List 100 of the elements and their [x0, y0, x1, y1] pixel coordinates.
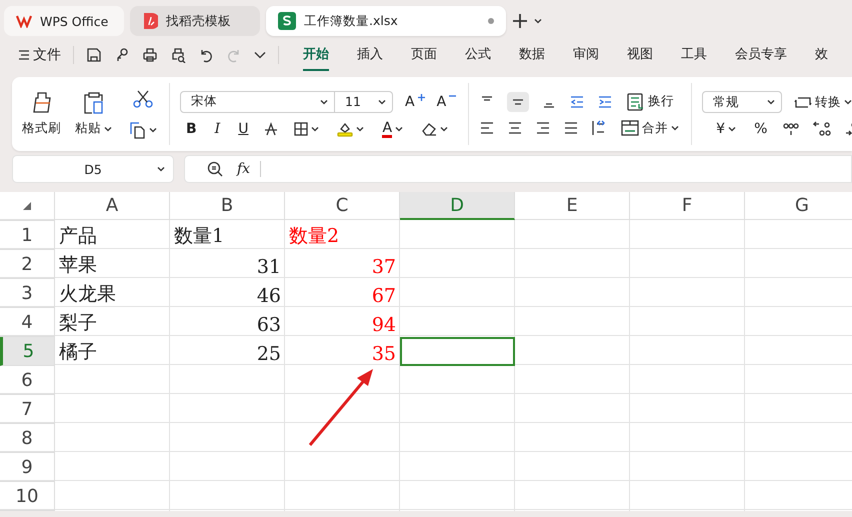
caret-icon[interactable] — [395, 126, 404, 132]
name-box[interactable]: D5 — [12, 155, 174, 183]
font-name-select[interactable]: 宋体 — [180, 90, 335, 112]
ribbon-tab[interactable]: 公式 — [465, 39, 491, 71]
eraser-icon — [421, 122, 438, 136]
scissors-icon[interactable] — [132, 89, 152, 109]
fill-color-button[interactable] — [335, 121, 366, 137]
table-cell-text: 94 — [370, 313, 397, 337]
caret-icon[interactable] — [320, 98, 328, 104]
row-header[interactable]: 3 — [0, 279, 55, 308]
paste-button[interactable]: 粘贴 — [75, 91, 112, 137]
column-header[interactable]: G — [745, 192, 852, 220]
grid-icon — [294, 122, 308, 136]
align-center-icon[interactable] — [507, 121, 524, 135]
table-cell-text: 苹果 — [58, 253, 98, 278]
row-header[interactable]: 10 — [0, 482, 55, 511]
align-middle-button[interactable] — [507, 92, 530, 112]
clipboard-icon — [82, 91, 106, 115]
table-cell-text: 梨子 — [58, 311, 98, 336]
currency-button[interactable]: ¥ — [714, 121, 738, 137]
select-all-icon[interactable] — [22, 201, 32, 211]
caret-icon[interactable] — [534, 18, 542, 24]
row-header[interactable]: 6 — [0, 366, 55, 395]
merge-button[interactable]: 合并 — [619, 120, 682, 136]
ribbon-tab[interactable]: 效 — [815, 39, 828, 71]
ribbon-tab[interactable]: 开始 — [303, 39, 329, 71]
document-tab[interactable]: 工作簿数量.xlsx — [266, 6, 506, 36]
grow-font-button[interactable]: A — [403, 94, 427, 110]
column-header[interactable]: A — [55, 192, 170, 220]
menu-icon — [18, 49, 30, 61]
print-preview-icon[interactable] — [170, 47, 186, 63]
print-icon[interactable] — [142, 47, 158, 63]
document-tab[interactable]: 找稻壳模板 — [130, 6, 260, 36]
plus-icon[interactable] — [512, 13, 528, 29]
file-menu[interactable]: 文件 — [16, 46, 63, 64]
spreadsheet-logo-icon — [278, 12, 296, 30]
table-cell-text: 35 — [370, 342, 397, 366]
save-icon[interactable] — [86, 47, 102, 63]
justify-icon[interactable] — [563, 121, 580, 135]
caret-icon[interactable] — [311, 126, 320, 132]
align-left-icon[interactable] — [479, 121, 496, 135]
align-right-icon[interactable] — [535, 121, 552, 135]
active-cell[interactable] — [400, 337, 515, 366]
unsaved-dot — [488, 18, 494, 24]
convert-button[interactable]: 转换 — [792, 94, 852, 110]
wps-logo-icon — [16, 14, 32, 28]
table-cell-text: 产品 — [58, 224, 98, 249]
row-header[interactable]: 7 — [0, 395, 55, 424]
caret-icon[interactable] — [671, 125, 680, 131]
caret-icon[interactable] — [356, 126, 364, 132]
ribbon-tab[interactable]: 插入 — [357, 39, 383, 71]
row-header[interactable]: 9 — [0, 453, 55, 482]
ribbon-tab[interactable]: 视图 — [627, 39, 653, 71]
column-header[interactable]: B — [170, 192, 285, 220]
column-header[interactable]: E — [515, 192, 630, 220]
caret-icon — [157, 166, 165, 172]
font-size-select[interactable]: 11 — [335, 90, 393, 112]
ribbon-tab[interactable]: 审阅 — [573, 39, 599, 71]
caret-icon[interactable] — [104, 126, 112, 132]
document-tab[interactable]: WPS Office — [4, 6, 124, 36]
ribbon-tab[interactable]: 页面 — [411, 39, 437, 71]
increase-decimal-icon[interactable] — [813, 121, 832, 137]
table-cell-text: 67 — [370, 284, 397, 308]
number-format-select[interactable]: 常规 — [702, 91, 782, 113]
shrink-font-button[interactable]: A — [434, 94, 458, 110]
percent-button[interactable]: % — [752, 121, 770, 137]
font-color-button[interactable]: A — [380, 120, 406, 138]
italic-button[interactable]: I — [212, 121, 222, 137]
table-cell-text: 46 — [256, 284, 282, 308]
dropdown-icon[interactable] — [254, 51, 266, 59]
row-header[interactable]: 1 — [0, 221, 55, 250]
caret-icon[interactable] — [767, 99, 776, 105]
ribbon-tab[interactable]: 会员专享 — [735, 39, 787, 71]
table-cell-text: 数量2 — [288, 224, 340, 249]
wrap-text-button[interactable]: 换行 — [625, 92, 676, 110]
underline-button[interactable]: U — [236, 121, 250, 137]
row-header[interactable]: 5 — [0, 337, 55, 366]
bold-button[interactable]: B — [184, 121, 199, 137]
ribbon-tab[interactable]: 工具 — [681, 39, 707, 71]
caret-icon[interactable] — [149, 127, 157, 133]
paint-bucket-icon — [337, 121, 354, 137]
caret-icon[interactable] — [728, 126, 736, 132]
column-header[interactable]: F — [630, 192, 745, 220]
distribute-icon[interactable] — [591, 120, 608, 136]
caret-icon[interactable] — [378, 98, 386, 104]
caret-icon[interactable] — [844, 99, 852, 105]
ribbon-tab[interactable]: 数据 — [519, 39, 545, 71]
strikethrough-icon[interactable] — [264, 122, 278, 136]
format-painter-button[interactable]: 格式刷 — [22, 91, 61, 137]
borders-button[interactable] — [292, 122, 322, 136]
decrease-indent-icon[interactable] — [569, 94, 586, 108]
column-header[interactable]: D — [400, 192, 515, 220]
caret-icon[interactable] — [440, 126, 448, 132]
table-cell-text: 37 — [370, 255, 397, 279]
table-cell-text: 25 — [256, 342, 282, 366]
formula-field[interactable]: fx — [184, 155, 852, 183]
row-header[interactable]: 2 — [0, 250, 55, 279]
row-header[interactable]: 8 — [0, 424, 55, 453]
increase-indent-icon[interactable] — [597, 94, 614, 108]
thousands-separator-icon[interactable] — [783, 121, 800, 137]
